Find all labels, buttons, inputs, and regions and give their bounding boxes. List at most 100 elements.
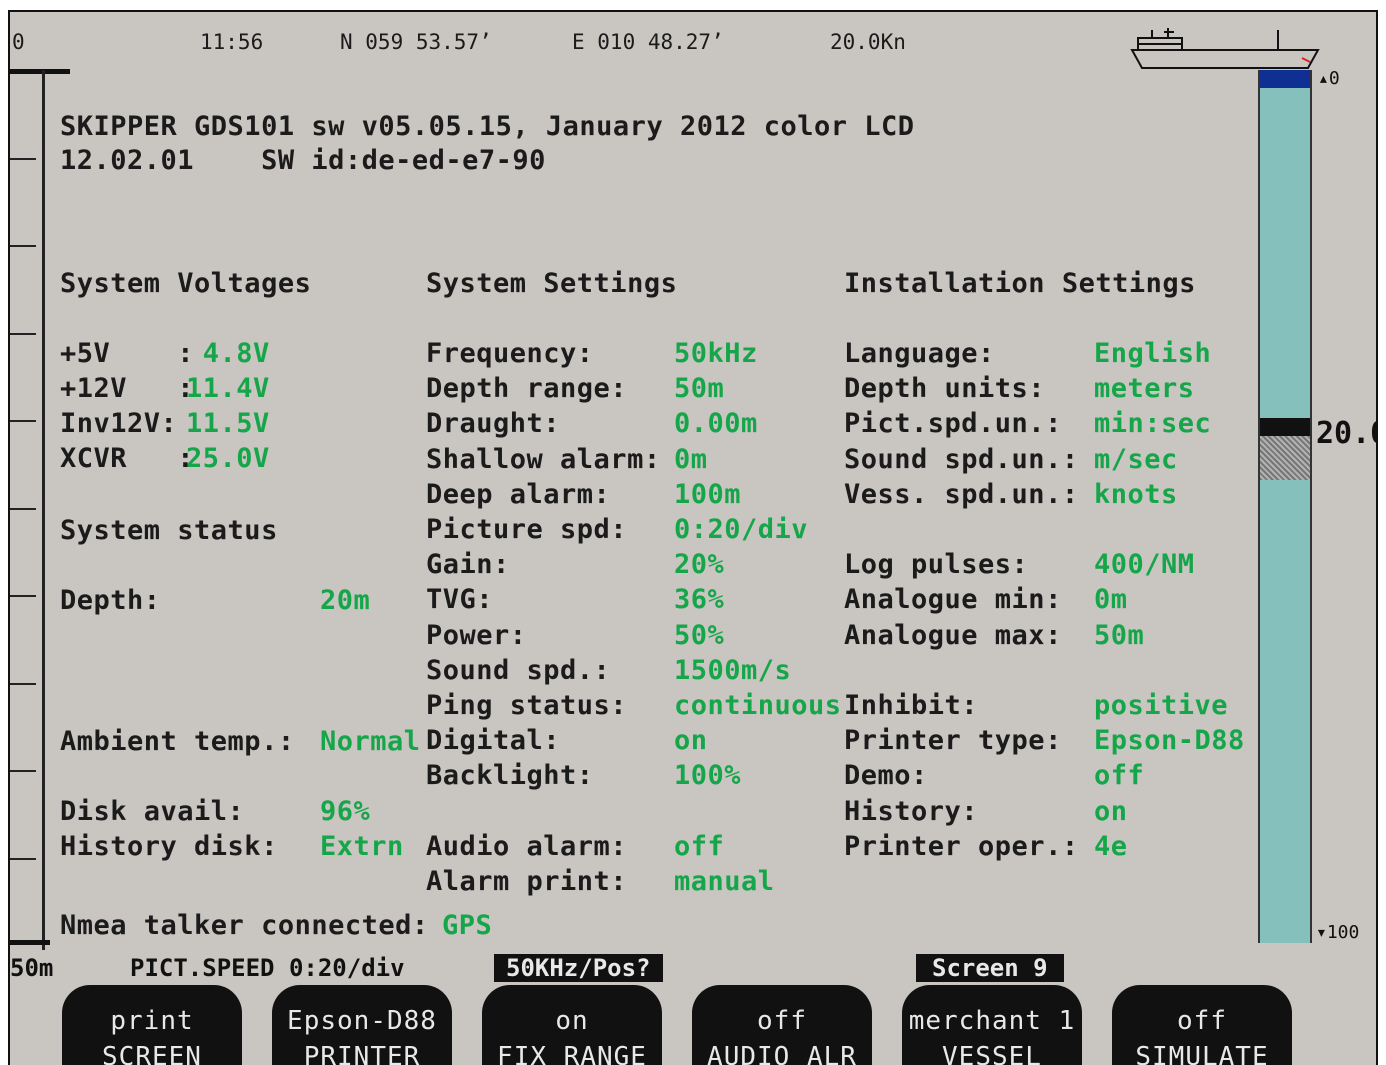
ship-icon	[1130, 28, 1320, 69]
fix-range-key[interactable]: on FIX RANGE	[482, 985, 662, 1065]
voltage-value: 4.8V	[186, 338, 270, 369]
depth-marker	[1260, 418, 1310, 488]
voltage-label: XCVR :	[60, 443, 195, 474]
depth-label: Depth:	[60, 585, 161, 616]
depth-axis	[10, 70, 45, 950]
setting-label: Ping status:	[426, 690, 628, 721]
setting-value: 100%	[674, 760, 742, 792]
setting-value: 1500m/s	[674, 654, 792, 686]
print-screen-key[interactable]: print SCREEN	[62, 985, 242, 1065]
softkey-value: on	[555, 1006, 589, 1036]
softkey-value: Epson-D88	[287, 1006, 437, 1036]
sounder-display: 0 11:56 N 059 53.57’ E 010 48.27’ 20.0Kn…	[8, 10, 1378, 1065]
setting-label: Gain:	[426, 549, 510, 581]
installation-label: Inhibit:	[844, 690, 979, 721]
screen-indicator: Screen 9	[916, 954, 1064, 982]
installation-value: on	[1094, 795, 1128, 827]
setting-label: Backlight:	[426, 760, 594, 792]
range-readout: 50m	[10, 954, 54, 982]
softkey-label: PRINTER	[303, 1042, 421, 1065]
setting-label: Frequency:	[426, 338, 594, 369]
nmea-talker-label: Nmea talker connected:	[60, 910, 429, 941]
nmea-talker-value: GPS	[442, 910, 493, 941]
vessel-key[interactable]: merchant 1 VESSEL	[902, 985, 1082, 1065]
setting-label: Audio alarm:	[426, 830, 628, 862]
setting-label: Draught:	[426, 408, 561, 440]
installation-value: 4e	[1094, 830, 1128, 862]
setting-value: 100m	[674, 478, 742, 510]
history-disk-value: Extrn	[320, 831, 404, 862]
axis-tick	[10, 420, 36, 422]
system-voltages-title: System Voltages	[60, 268, 312, 299]
axis-tick	[10, 158, 36, 160]
system-settings-title: System Settings	[426, 268, 678, 299]
softkey-label: AUDIO ALR	[707, 1042, 857, 1065]
disk-avail-label: Disk avail:	[60, 796, 245, 827]
axis-tick	[10, 508, 36, 510]
ambient-temp-value: Normal	[320, 726, 421, 757]
setting-value: 36%	[674, 584, 725, 616]
installation-label: Language:	[844, 338, 995, 369]
setting-value: continuous	[674, 690, 842, 721]
setting-value: 50%	[674, 619, 725, 651]
installation-label: Analogue max:	[844, 619, 1062, 651]
software-id-line: 12.02.01 SW id:de-ed-e7-90	[60, 145, 546, 176]
installation-value: knots	[1094, 478, 1178, 510]
axis-tick	[10, 333, 36, 335]
installation-value: meters	[1094, 373, 1195, 405]
setting-value: 50kHz	[674, 338, 758, 369]
setting-label: TVG:	[426, 584, 494, 616]
softkey-label: SCREEN	[102, 1042, 202, 1065]
software-version-line: SKIPPER GDS101 sw v05.05.15, January 201…	[60, 111, 915, 142]
setting-label: Picture spd:	[426, 514, 628, 545]
setting-value: on	[674, 725, 708, 757]
scale-top-label: ▴0	[1318, 68, 1340, 89]
softkey-value: off	[1177, 1006, 1227, 1036]
voltage-value: 11.5V	[186, 408, 270, 439]
softkey-label: FIX RANGE	[497, 1042, 647, 1065]
softkey-value: merchant 1	[908, 1006, 1076, 1036]
setting-value: 20%	[674, 549, 725, 581]
simulate-key[interactable]: off SIMULATE	[1112, 985, 1292, 1065]
surface-band	[1260, 70, 1310, 88]
installation-value: off	[1094, 760, 1145, 792]
setting-value: 50m	[674, 373, 725, 405]
installation-value: 50m	[1094, 619, 1145, 651]
axis-bottom-line	[10, 940, 50, 945]
system-status-title: System status	[60, 515, 278, 546]
speed-readout: 20.0Kn	[830, 30, 906, 54]
installation-value: 0m	[1094, 584, 1128, 616]
scale-depth-label: 20.0	[1316, 416, 1376, 451]
axis-tick	[10, 245, 36, 247]
voltage-value: 11.4V	[186, 373, 270, 404]
ambient-temp-label: Ambient temp.:	[60, 726, 295, 757]
audio-alarm-key[interactable]: off AUDIO ALR	[692, 985, 872, 1065]
installation-label: Printer oper.:	[844, 830, 1079, 862]
history-disk-label: History disk:	[60, 831, 278, 862]
axis-tick	[10, 858, 36, 860]
setting-value: off	[674, 830, 725, 862]
installation-settings-title: Installation Settings	[844, 268, 1196, 299]
installation-label: Printer type:	[844, 725, 1062, 757]
installation-value: Epson-D88	[1094, 725, 1245, 757]
scale-bottom-label: ▾100	[1316, 922, 1360, 943]
printer-key[interactable]: Epson-D88 PRINTER	[272, 985, 452, 1065]
pict-speed-readout: PICT.SPEED 0:20/div	[130, 954, 405, 982]
softkey-label: VESSEL	[942, 1042, 1042, 1065]
installation-label: History:	[844, 795, 979, 827]
frequency-indicator: 50KHz/Pos?	[494, 954, 663, 982]
setting-label: Sound spd.:	[426, 654, 611, 686]
latitude-readout: N 059 53.57’	[340, 30, 492, 54]
installation-label: Analogue min:	[844, 584, 1062, 616]
longitude-readout: E 010 48.27’	[572, 30, 724, 54]
depth-axis-zero-label: 0	[12, 30, 25, 54]
setting-value: 0m	[674, 443, 708, 475]
time-readout: 11:56	[200, 30, 264, 54]
axis-tick	[10, 770, 36, 772]
installation-value: 400/NM	[1094, 549, 1195, 581]
installation-label: Demo:	[844, 760, 928, 792]
setting-label: Digital:	[426, 725, 561, 757]
installation-label: Log pulses:	[844, 549, 1029, 581]
setting-value: 0:20/div	[674, 514, 809, 545]
voltage-value: 25.0V	[186, 443, 270, 474]
